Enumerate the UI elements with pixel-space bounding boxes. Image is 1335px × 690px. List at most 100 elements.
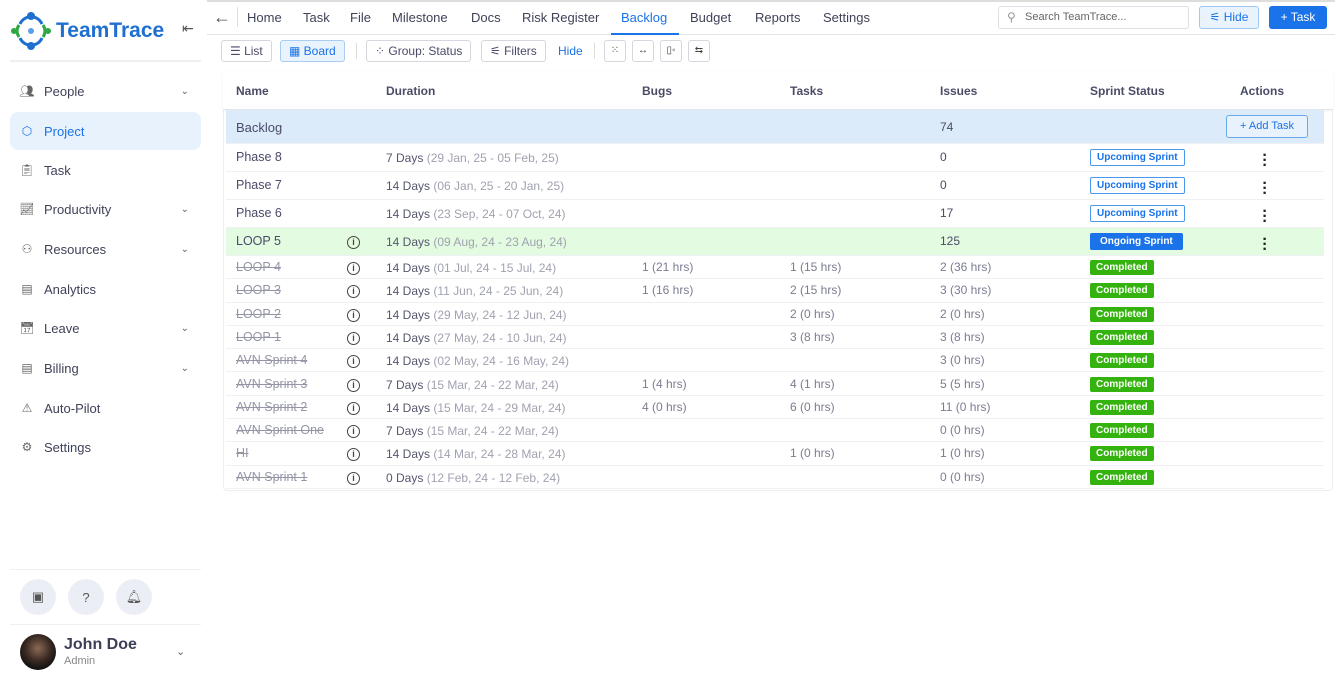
table-row[interactable]: LOOP 5 i 14 Days (09 Aug, 24 - 23 Aug, 24)… [226,228,1324,258]
table-row[interactable]: LOOP 1 i 14 Days (27 May, 24 - 10 Jun, 24)… [226,326,1324,350]
group-by-button[interactable]: ⁘ Group: Status [366,40,472,62]
table-row[interactable]: LOOP 2 i 14 Days (29 May, 24 - 12 Jun, 24)… [226,303,1324,326]
board-view-button[interactable]: ▦ Board [280,40,345,62]
collapse-sidebar-icon[interactable]: ⇤ [182,20,194,37]
table-row[interactable]: AVN Sprint 1 i 0 Days (12 Feb, 24 - 12 Feb… [226,466,1324,489]
hide-link[interactable]: Hide [558,44,583,58]
group-icon-button[interactable]: ⁙ [604,40,626,62]
sprint-name[interactable]: LOOP 4 [236,260,281,274]
sprint-name[interactable]: AVN Sprint 4 [236,353,307,367]
header-duration[interactable]: Duration [386,84,435,98]
sprint-name[interactable]: AVN Sprint 1 [236,470,307,484]
tab-home[interactable]: Home [247,10,282,25]
sidebar-item-productivity[interactable]: 📈︎ Productivity ⌄ [10,190,201,228]
more-options-icon[interactable]: · · · [1262,232,1268,258]
sprint-name[interactable]: Phase 8 [236,150,282,164]
table-row[interactable]: Phase 7 14 Days (06 Jan, 25 - 20 Jan, 25)… [226,172,1324,202]
tasks: 1 (15 hrs) [790,260,842,274]
duration-days: 7 Days [386,424,424,439]
logo[interactable]: TeamTrace [10,10,164,52]
help-icon[interactable]: ? [68,579,104,615]
sidebar-item-billing[interactable]: ▤ Billing ⌄ [10,349,201,387]
sprint-status-badge: Completed [1090,469,1154,485]
table-row[interactable]: LOOP 4 i 14 Days (01 Jul, 24 - 15 Jul, 24)… [226,256,1324,280]
more-options-icon[interactable]: · · · [1262,148,1268,174]
more-options-icon[interactable]: · · · [1262,176,1268,202]
sidebar-item-task[interactable]: 📋︎ Task [10,151,201,189]
info-icon[interactable]: i [347,378,360,392]
table-row[interactable]: LOOP 3 i 14 Days (11 Jun, 24 - 25 Jun, 24)… [226,279,1324,303]
info-icon[interactable]: i [347,285,360,299]
tab-risk-register[interactable]: Risk Register [522,10,599,25]
add-task-to-backlog-button[interactable]: + Add Task [1226,115,1308,138]
hide-button[interactable]: ⚟ Hide [1199,6,1259,29]
header-tasks[interactable]: Tasks [790,84,823,98]
info-icon[interactable]: i [347,355,360,369]
info-icon[interactable]: i [347,471,360,485]
table-row[interactable]: HI i 14 Days (14 Mar, 24 - 28 Mar, 24) 1 (0… [226,442,1324,466]
sidebar-item-people[interactable]: 👥︎ People ⌄ [10,72,201,110]
sidebar-item-resources[interactable]: ⚇ Resources ⌄ [10,230,201,268]
filters-button[interactable]: ⚟ Filters [481,40,546,62]
back-arrow-icon[interactable]: ← [213,7,231,28]
tab-reports[interactable]: Reports [755,10,801,25]
header-name[interactable]: Name [236,84,269,98]
sidebar-item-analytics[interactable]: ▤ Analytics [10,270,201,308]
header-sprint-status[interactable]: Sprint Status [1090,84,1165,98]
table-row[interactable]: AVN Sprint 4 i 14 Days (02 May, 24 - 16 Ma… [226,349,1324,373]
sprint-name[interactable]: LOOP 1 [236,330,281,344]
table-row[interactable]: AVN Sprint 3 i 7 Days (15 Mar, 24 - 22 Mar… [226,373,1324,396]
sprint-name[interactable]: AVN Sprint 3 [236,377,307,391]
tab-budget[interactable]: Budget [690,10,731,25]
columns-icon[interactable]: ▯◦ [660,40,682,62]
info-icon[interactable]: i [347,308,360,322]
duration-range: (09 Aug, 24 - 23 Aug, 24) [433,235,567,249]
sidebar-item-leave[interactable]: 📅︎ Leave ⌄ [10,309,201,347]
duration: 14 Days (14 Mar, 24 - 28 Mar, 24) [386,447,565,461]
tab-milestone[interactable]: Milestone [392,10,448,25]
table-row[interactable]: AVN Sprint 2 i 14 Days (15 Mar, 24 - 29 Ma… [226,396,1324,420]
avatar[interactable] [20,634,56,670]
info-icon[interactable]: i [347,262,360,275]
duration: 7 Days (15 Mar, 24 - 22 Mar, 24) [386,424,559,438]
sprint-name[interactable]: HI [236,446,249,460]
header-issues[interactable]: Issues [940,84,977,98]
sprint-name[interactable]: LOOP 3 [236,283,281,297]
info-icon[interactable]: i [347,401,360,415]
sidebar-item-project[interactable]: ⬡ Project [10,112,201,150]
tab-docs[interactable]: Docs [471,10,501,25]
chevron-down-icon[interactable]: ⌄ [176,645,185,658]
swap-icon[interactable]: ⇆ [688,40,710,62]
bugs: 1 (16 hrs) [642,283,694,298]
app-name: TeamTrace [56,19,165,42]
more-options-icon[interactable]: · · · [1262,204,1268,230]
info-icon[interactable]: i [347,236,360,249]
list-view-button[interactable]: ☰ List [221,40,272,62]
backlog-row[interactable]: Backlog 74 + Add Task [226,110,1324,144]
tab-file[interactable]: File [350,10,371,25]
tab-settings[interactable]: Settings [823,10,870,25]
header-bugs[interactable]: Bugs [642,84,672,98]
search-input[interactable]: ⚲ Search TeamTrace... [998,6,1189,29]
expand-horizontal-icon[interactable]: ↔ [632,40,654,62]
info-icon[interactable]: i [347,425,360,439]
info-icon[interactable]: i [347,331,360,345]
sprint-name[interactable]: AVN Sprint 2 [236,400,307,414]
tab-backlog[interactable]: Backlog [621,10,667,25]
table-row[interactable]: Phase 8 7 Days (29 Jan, 25 - 05 Feb, 25) 0… [226,144,1324,174]
sprint-name[interactable]: Phase 7 [236,178,282,192]
fullscreen-icon[interactable]: ▣ [20,579,56,615]
table-row[interactable]: Phase 6 14 Days (23 Sep, 24 - 07 Oct, 24)… [226,200,1324,230]
sprint-name[interactable]: LOOP 2 [236,307,281,321]
table-row[interactable]: AVN Sprint One i 7 Days (15 Mar, 24 - 22 M… [226,419,1324,443]
divider [356,43,357,59]
add-task-button[interactable]: + Task [1269,6,1327,29]
sprint-name[interactable]: Phase 6 [236,206,282,220]
tab-task[interactable]: Task [303,10,330,25]
sidebar-item-auto-pilot[interactable]: ⚠︎ Auto-Pilot [10,389,201,427]
sprint-name[interactable]: AVN Sprint One [236,423,324,437]
info-icon[interactable]: i [347,448,360,462]
sidebar-item-settings[interactable]: ⚙ Settings [10,428,201,466]
sprint-name[interactable]: LOOP 5 [236,234,281,248]
bell-icon[interactable]: 🔔︎ [116,579,152,615]
